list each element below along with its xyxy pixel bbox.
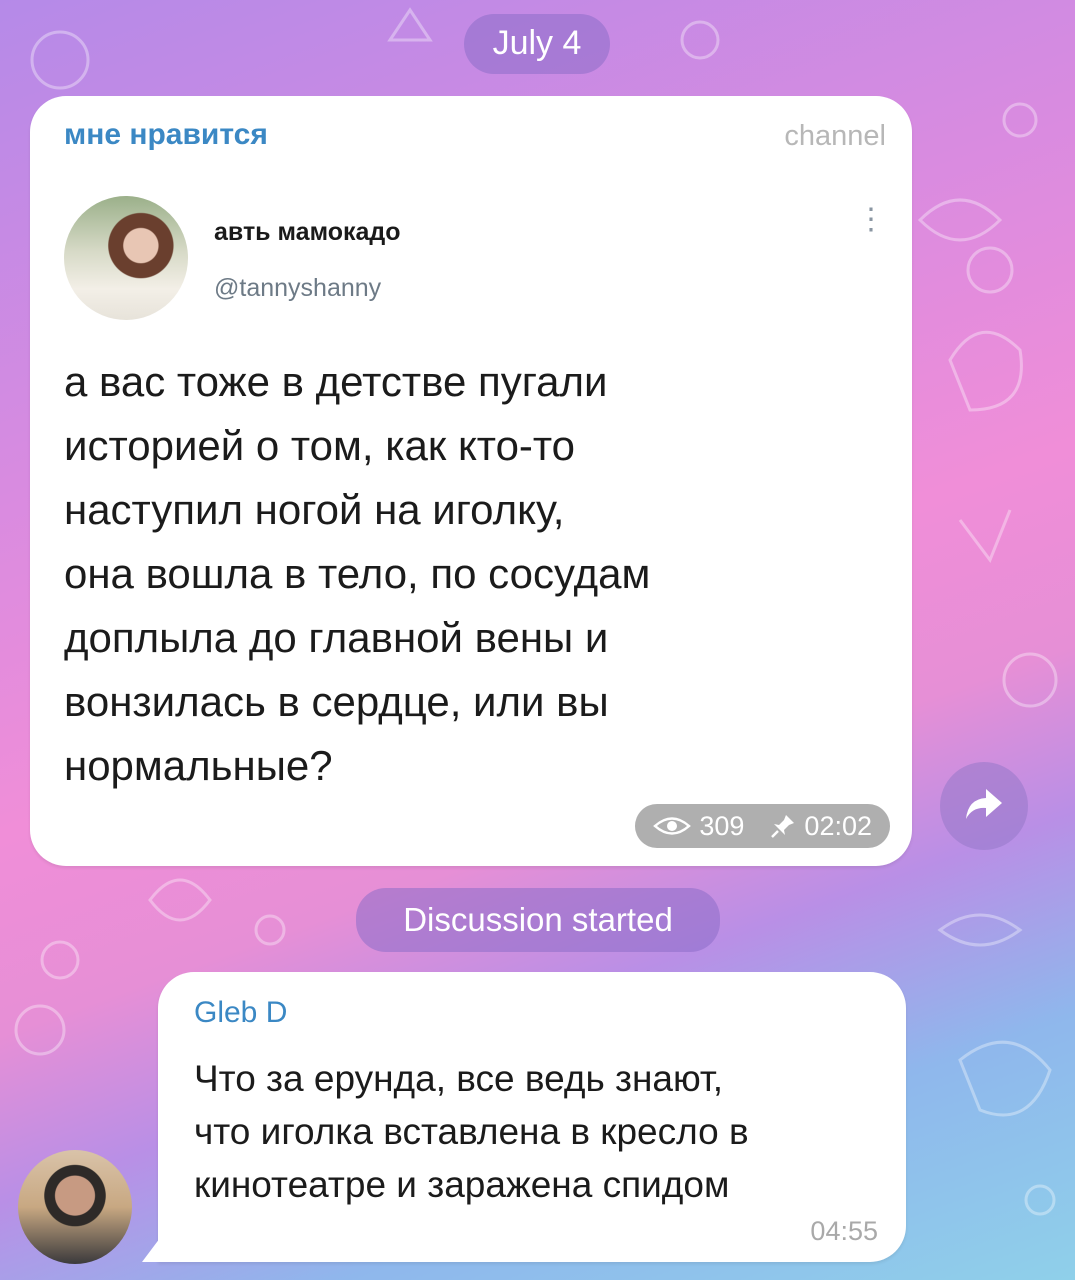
bubble-tail [142,1238,160,1262]
post-time: 02:02 [804,811,872,841]
channel-tag: channel [784,120,886,152]
eye-icon [653,815,692,837]
reply-author[interactable]: Gleb D [194,996,287,1030]
share-arrow-icon [964,787,1004,826]
service-message: Discussion started [356,888,720,952]
vertical-dots-icon: ⋮ [856,203,886,236]
tweet-author-name: авть мамокадо [214,218,401,246]
tweet-author-avatar [64,196,188,320]
tweet-text: а вас тоже в детстве пугали историей о т… [64,358,651,789]
reply-author-avatar[interactable] [18,1150,132,1264]
reply-time: 04:55 [810,1216,878,1246]
views-count: 309 [699,811,745,841]
channel-name[interactable]: мне нравится [64,118,268,152]
pin-icon [770,813,796,839]
date-separator: July 4 [464,14,610,74]
post-meta: 309 02:02 [635,804,890,848]
channel-post[interactable]: мне нравится channel авть мамокадо @tann… [30,96,912,866]
tweet-author-handle: @tannyshanny [214,274,382,302]
reply-text: Что за ерунда, все ведь знают, что иголк… [194,1058,749,1205]
reply-message[interactable]: Gleb D Что за ерунда, все ведь знают, чт… [158,972,906,1262]
share-button[interactable] [940,762,1028,850]
